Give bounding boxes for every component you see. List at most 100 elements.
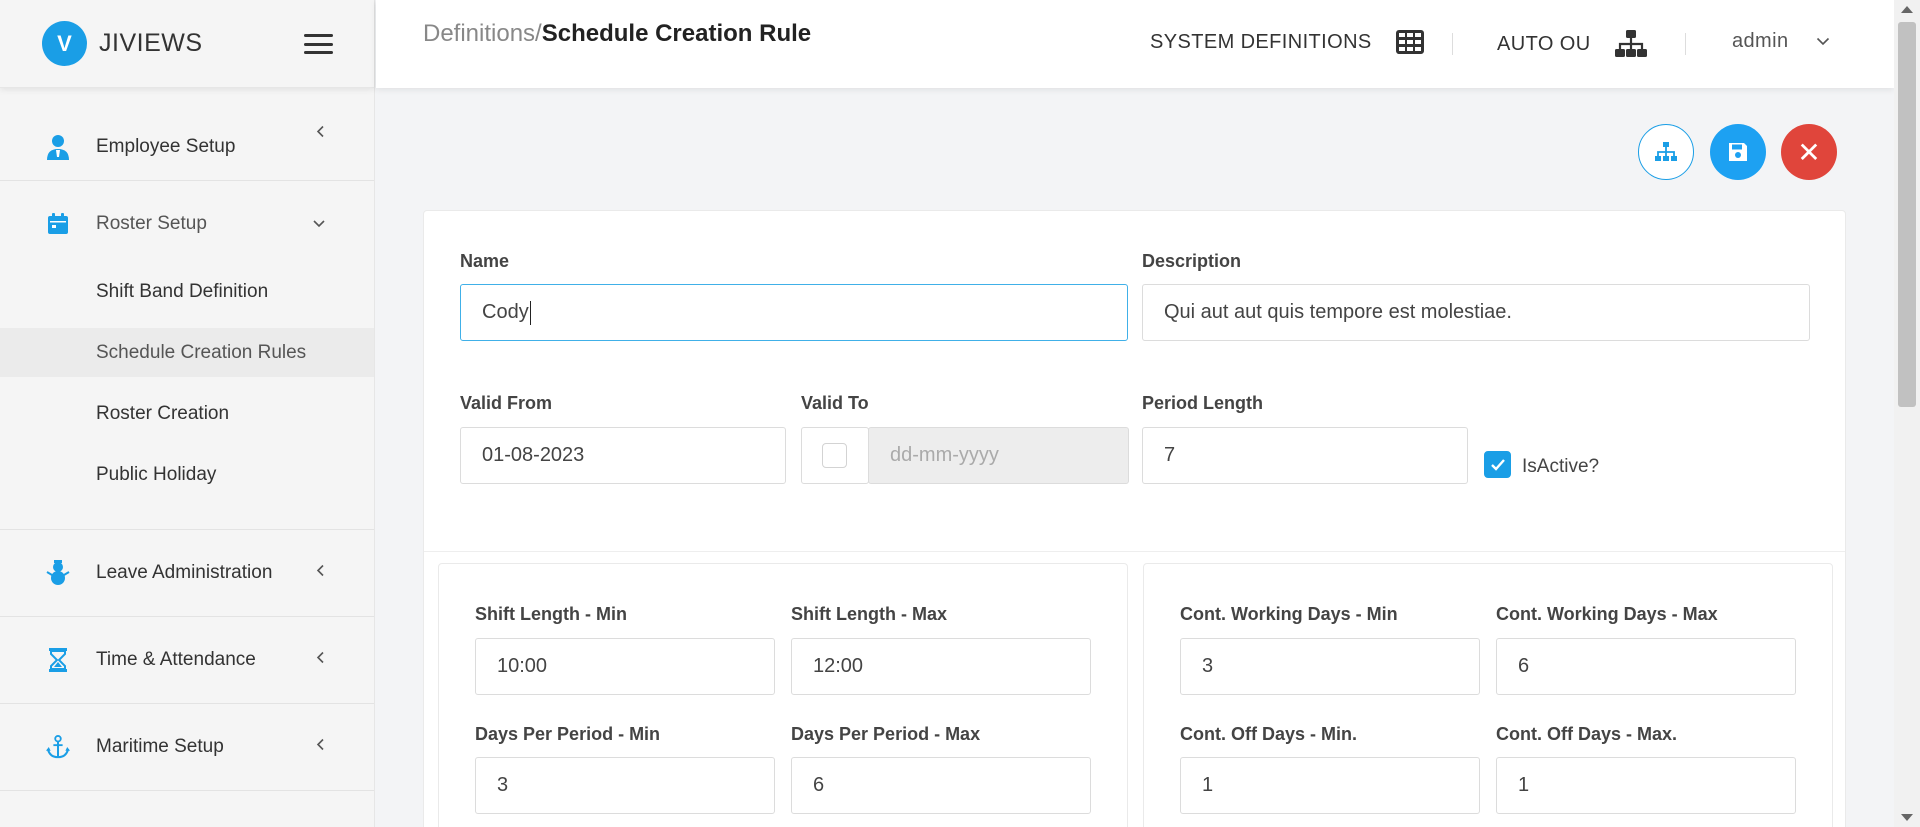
sidebar-item-employee-setup[interactable]: Employee Setup [0, 88, 374, 180]
days-min-input[interactable]: 3 [475, 757, 775, 814]
checkmark-icon [1490, 458, 1506, 472]
sidebar-section-employee: Employee Setup [0, 88, 374, 181]
period-length-value: 7 [1164, 444, 1176, 466]
name-input[interactable]: Cody [460, 284, 1128, 341]
scroll-up-arrow-icon[interactable] [1901, 6, 1913, 13]
valid-to-label: Valid To [801, 393, 869, 413]
sidebar-section-maritime: Maritime Setup [0, 704, 374, 791]
shift-min-value: 10:00 [497, 655, 548, 677]
valid-from-value: 01-08-2023 [482, 444, 585, 466]
work-max-label: Cont. Working Days - Max [1496, 604, 1718, 624]
close-icon: ✕ [1797, 136, 1821, 168]
work-min-label: Cont. Working Days - Min [1180, 604, 1398, 624]
hourglass-icon [46, 648, 70, 672]
shift-max-input[interactable]: 12:00 [791, 638, 1091, 695]
sidebar-item-label: Employee Setup [96, 135, 236, 157]
name-value: Cody [482, 301, 529, 323]
breadcrumb-parent[interactable]: Definitions/ [423, 20, 542, 47]
work-min-input[interactable]: 3 [1180, 638, 1480, 695]
days-max-input[interactable]: 6 [791, 757, 1091, 814]
sidebar-section-leave: Leave Administration [0, 530, 374, 617]
system-definitions-label: SYSTEM DEFINITIONS [1150, 30, 1372, 53]
menu-toggle-icon[interactable] [304, 34, 333, 54]
shift-max-value: 12:00 [813, 655, 864, 677]
days-max-label: Days Per Period - Max [791, 724, 981, 744]
off-max-value: 1 [1518, 774, 1530, 796]
sidebar-item-label: Leave Administration [96, 562, 273, 583]
shift-rules-card: Shift Length - Min 10:00 Shift Length - … [438, 563, 1128, 827]
sidebar-subitem-schedule-rules[interactable]: Schedule Creation Rules [0, 328, 374, 377]
shift-min-input[interactable]: 10:00 [475, 638, 775, 695]
work-max-value: 6 [1518, 655, 1530, 677]
days-min-label: Days Per Period - Min [475, 724, 661, 744]
sidebar-item-roster-setup[interactable]: Roster Setup [0, 181, 374, 267]
off-min-value: 1 [1202, 774, 1214, 796]
rule-form-card: Name Cody Description Qui aut aut quis t… [423, 210, 1846, 827]
sidebar-item-label: Time & Attendance [96, 649, 256, 670]
username-label: admin [1732, 30, 1789, 52]
form-divider [424, 551, 1845, 552]
is-active-checkbox[interactable] [1484, 451, 1511, 478]
sidebar-item-time-attendance[interactable]: Time & Attendance [0, 617, 374, 703]
description-value: Qui aut aut quis tempore est molestiae. [1164, 301, 1512, 323]
snowman-icon [46, 560, 70, 585]
user-menu[interactable]: admin [1732, 30, 1830, 53]
chevron-left-icon [316, 651, 326, 670]
brand-name[interactable]: JIVIEWS [99, 29, 203, 58]
valid-to-checkbox-wrap [801, 427, 869, 484]
valid-to-placeholder: dd-mm-yyyy [890, 444, 999, 466]
sidebar-item-label: Maritime Setup [96, 736, 224, 757]
valid-from-input[interactable]: 01-08-2023 [460, 427, 786, 484]
work-min-value: 3 [1202, 655, 1214, 677]
grid-table-icon [1395, 30, 1424, 54]
valid-from-label: Valid From [460, 393, 553, 413]
brand-header: V JIVIEWS [0, 0, 374, 88]
header-divider [1452, 33, 1453, 55]
off-max-input[interactable]: 1 [1496, 757, 1796, 814]
shift-min-label: Shift Length - Min [475, 604, 627, 624]
description-label: Description [1142, 251, 1242, 271]
header-divider [1685, 33, 1686, 55]
sidebar-item-leave-admin[interactable]: Leave Administration [0, 530, 374, 616]
sidebar-subitem-roster-creation[interactable]: Roster Creation [0, 389, 374, 438]
off-max-label: Cont. Off Days - Max. [1496, 724, 1678, 744]
brand-logo[interactable]: V [42, 21, 87, 66]
app-root: V JIVIEWS Employee Setup Roster Setup Sh… [0, 0, 1920, 827]
roster-submenu: Shift Band Definition Schedule Creation … [0, 267, 374, 529]
auto-ou-label: AUTO OU [1497, 32, 1591, 55]
sidebar-section-time: Time & Attendance [0, 617, 374, 704]
system-definitions-button[interactable]: SYSTEM DEFINITIONS [1150, 30, 1424, 54]
description-input[interactable]: Qui aut aut quis tempore est molestiae. [1142, 284, 1810, 341]
page-scrollbar[interactable] [1894, 0, 1920, 827]
chevron-left-icon [316, 125, 326, 144]
auto-ou-button[interactable]: AUTO OU [1497, 30, 1647, 58]
off-min-label: Cont. Off Days - Min. [1180, 724, 1357, 744]
scroll-down-arrow-icon[interactable] [1901, 814, 1913, 821]
close-button[interactable]: ✕ [1781, 124, 1837, 180]
floppy-disk-icon [1727, 141, 1749, 163]
hierarchy-button[interactable] [1638, 124, 1694, 180]
sidebar-subitem-shift-band[interactable]: Shift Band Definition [0, 267, 374, 316]
period-length-input[interactable]: 7 [1142, 427, 1468, 484]
sidebar-subitem-public-holiday[interactable]: Public Holiday [0, 450, 374, 499]
period-length-label: Period Length [1142, 393, 1263, 413]
shift-max-label: Shift Length - Max [791, 604, 947, 624]
days-min-value: 3 [497, 774, 509, 796]
sidebar-item-maritime-setup[interactable]: Maritime Setup [0, 704, 374, 790]
off-min-input[interactable]: 1 [1180, 757, 1480, 814]
anchor-icon [46, 735, 70, 759]
name-label: Name [460, 251, 510, 271]
top-header: Definitions/Schedule Creation Rule SYSTE… [376, 0, 1894, 88]
continuity-rules-card: Cont. Working Days - Min 3 Cont. Working… [1143, 563, 1833, 827]
work-max-input[interactable]: 6 [1496, 638, 1796, 695]
org-chart-icon [1614, 30, 1647, 58]
valid-to-checkbox[interactable] [822, 443, 847, 468]
save-button[interactable] [1710, 124, 1766, 180]
scrollbar-thumb[interactable] [1898, 22, 1916, 407]
is-active-label: IsActive? [1522, 456, 1600, 477]
calendar-icon [46, 212, 70, 236]
valid-to-input: dd-mm-yyyy [868, 427, 1129, 484]
user-tie-icon [46, 134, 70, 160]
sitemap-icon [1655, 142, 1677, 162]
sidebar: V JIVIEWS Employee Setup Roster Setup Sh… [0, 0, 375, 827]
